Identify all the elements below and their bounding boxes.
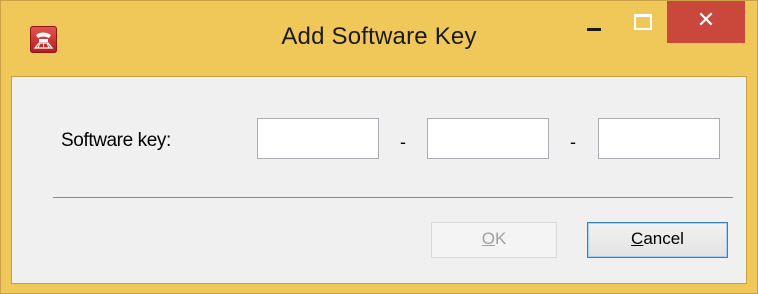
maximize-icon [634, 14, 652, 30]
cancel-label-rest: ancel [643, 229, 684, 248]
software-key-part-3-input[interactable] [598, 118, 720, 159]
software-key-label: Software key: [61, 130, 171, 151]
divider [53, 197, 733, 198]
ok-button[interactable]: OK [431, 222, 557, 258]
dialog-body: Software key: - - OK Cancel [11, 76, 747, 284]
ok-label-rest: K [494, 229, 507, 248]
minimize-button[interactable] [571, 1, 619, 47]
software-key-part-1-input[interactable] [257, 118, 379, 159]
cancel-mnemonic: C [631, 229, 644, 248]
minimize-icon [587, 28, 601, 31]
key-separator-1: - [400, 132, 406, 152]
cancel-button[interactable]: Cancel [587, 222, 728, 258]
software-key-part-2-input[interactable] [427, 118, 549, 159]
title-bar[interactable]: Add Software Key ✕ [1, 1, 757, 77]
close-button[interactable]: ✕ [667, 1, 745, 43]
close-icon: ✕ [696, 8, 716, 33]
key-separator-2: - [570, 132, 576, 152]
ok-mnemonic: O [481, 229, 495, 248]
maximize-button[interactable] [619, 1, 667, 47]
add-software-key-dialog: Add Software Key ✕ Software key: - - OK … [0, 0, 758, 294]
